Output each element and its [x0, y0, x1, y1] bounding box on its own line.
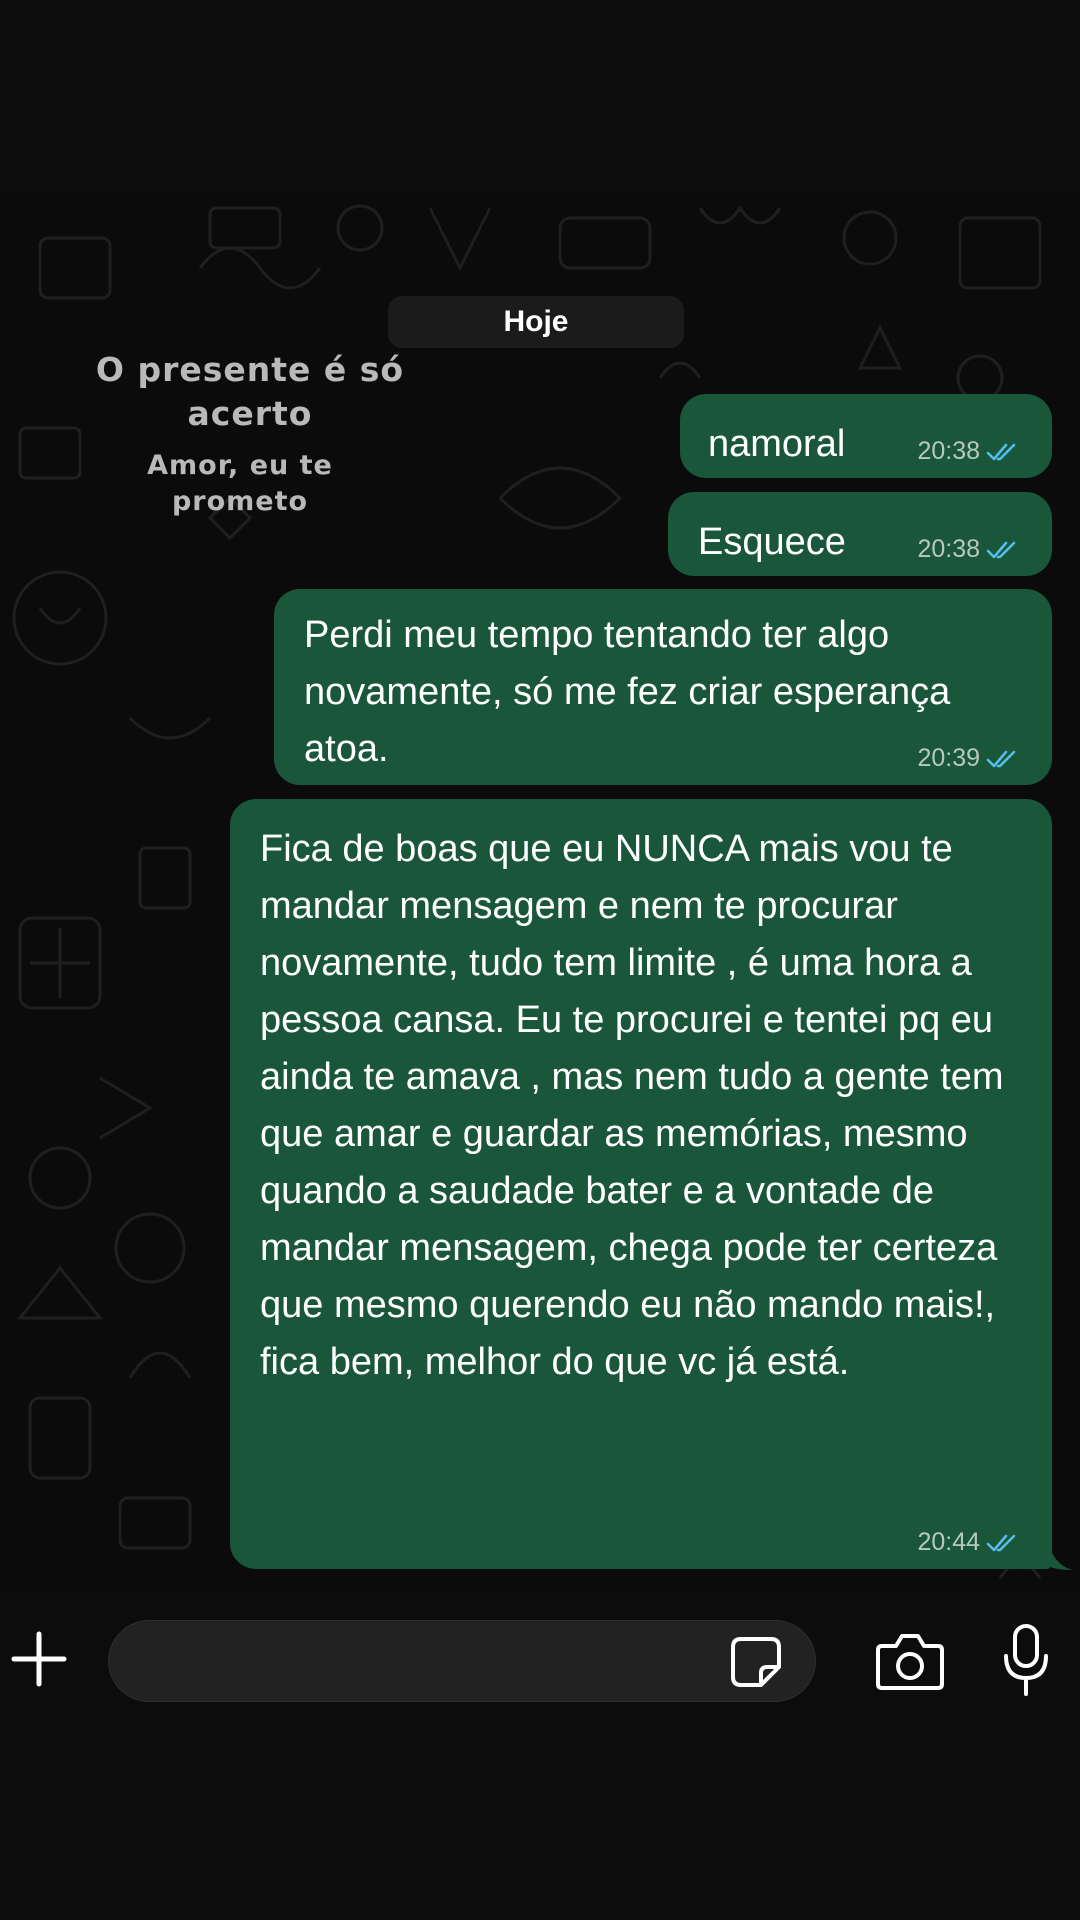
- status-area: [0, 0, 1080, 198]
- message-meta: 20:38: [917, 535, 1022, 564]
- message-meta: 20:38: [917, 437, 1022, 466]
- plus-icon[interactable]: [8, 1628, 70, 1690]
- message-meta: 20:39: [917, 744, 1022, 773]
- read-ticks-icon: [986, 541, 1016, 558]
- date-separator: Hoje: [388, 296, 684, 348]
- message-time: 20:44: [917, 1528, 980, 1556]
- sticker-text-line1: O presente é só acerto: [95, 350, 405, 433]
- message-text: Perdi meu tempo tentando ter algo novame…: [304, 614, 951, 770]
- message-bubble[interactable]: Esquece 20:38: [668, 492, 1052, 576]
- chat-area[interactable]: Hoje O presente é só acerto Amor, eu te …: [0, 198, 1080, 1590]
- message-time: 20:39: [917, 744, 980, 772]
- bubble-tail: [1038, 1546, 1072, 1570]
- microphone-icon[interactable]: [998, 1622, 1054, 1698]
- message-time: 20:38: [917, 535, 980, 563]
- message-bubble[interactable]: namoral 20:38: [680, 394, 1052, 478]
- message-bubble[interactable]: Perdi meu tempo tentando ter algo novame…: [274, 589, 1052, 785]
- message-bubble[interactable]: Fica de boas que eu NUNCA mais vou te ma…: [230, 799, 1052, 1569]
- read-ticks-icon: [986, 750, 1016, 767]
- sticker-text-line2: Amor, eu te prometo: [147, 450, 333, 517]
- read-ticks-icon: [986, 1534, 1016, 1551]
- read-ticks-icon: [986, 443, 1016, 460]
- message-input[interactable]: [108, 1620, 816, 1702]
- message-meta: 20:44: [917, 1528, 1022, 1557]
- message-text: Fica de boas que eu NUNCA mais vou te ma…: [260, 828, 1004, 1383]
- camera-icon[interactable]: [874, 1630, 946, 1692]
- input-bar: [0, 1590, 1080, 1920]
- sticker-icon[interactable]: [727, 1633, 785, 1691]
- message-time: 20:38: [917, 437, 980, 465]
